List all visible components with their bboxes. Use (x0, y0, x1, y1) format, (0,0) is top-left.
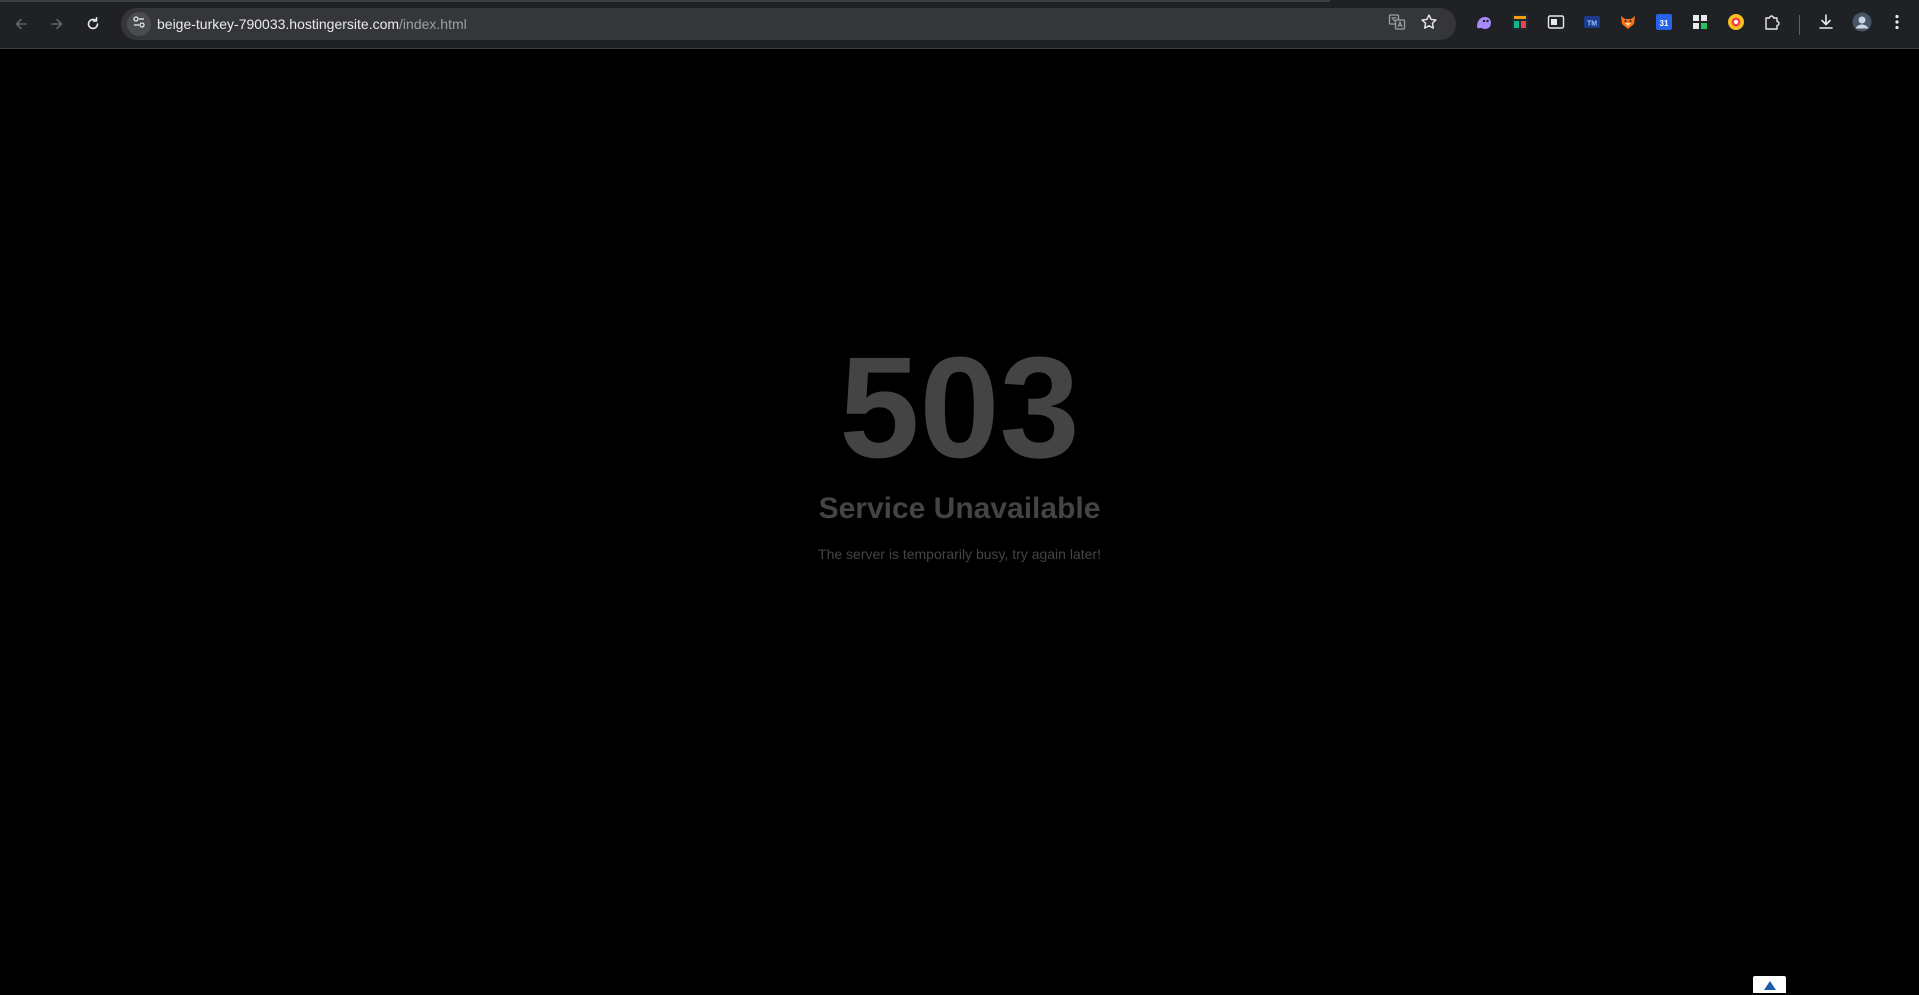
url-path: /index.html (399, 16, 467, 32)
forward-button[interactable] (45, 12, 69, 36)
bookmark-button[interactable] (1419, 13, 1439, 36)
svg-text:31: 31 (1660, 19, 1669, 28)
profile-button[interactable] (1852, 12, 1872, 37)
extension-grid[interactable] (1690, 14, 1710, 34)
forward-arrow-icon (49, 16, 65, 32)
extension-calendar[interactable]: 31 (1654, 12, 1674, 37)
tab-strip-edge (0, 0, 1330, 2)
extension-window[interactable] (1546, 14, 1566, 34)
site-settings-icon (132, 15, 146, 34)
avatar (1852, 12, 1872, 37)
translate-icon (1388, 13, 1406, 36)
error-code: 503 (839, 327, 1080, 488)
downloads-button[interactable] (1816, 12, 1836, 37)
back-arrow-icon (13, 16, 29, 32)
svg-text:TM: TM (1587, 20, 1597, 27)
extension-chart[interactable] (1510, 12, 1530, 37)
toolbar-divider (1799, 15, 1800, 35)
browser-menu-button[interactable] (1887, 14, 1907, 34)
scroll-to-top-button[interactable] (1753, 976, 1786, 993)
translate-button[interactable] (1387, 13, 1407, 36)
browser-toolbar: beige-turkey-790033.hostingersite.com/in… (0, 0, 1919, 49)
window-extension-icon (1546, 12, 1566, 37)
tm-extension-icon: TM (1582, 12, 1602, 37)
puzzle-extensions-icon (1762, 12, 1782, 37)
error-container: 503 Service Unavailable The server is te… (0, 333, 1919, 563)
extension-tm[interactable]: TM (1582, 14, 1602, 34)
extension-ghost[interactable] (1474, 14, 1494, 34)
url-text[interactable]: beige-turkey-790033.hostingersite.com/in… (157, 16, 467, 32)
back-button[interactable] (9, 12, 33, 36)
reload-icon (85, 16, 101, 32)
download-icon (1816, 12, 1836, 37)
page-content: 503 Service Unavailable The server is te… (0, 49, 1919, 993)
calendar-extension-icon: 31 (1654, 12, 1674, 37)
arrow-up-icon (1763, 976, 1776, 995)
chart-extension-icon (1510, 12, 1530, 37)
address-bar[interactable]: beige-turkey-790033.hostingersite.com/in… (121, 8, 1456, 40)
circle-extension-icon (1726, 12, 1746, 37)
error-message: The server is temporarily busy, try agai… (818, 546, 1101, 562)
extension-fox[interactable] (1618, 14, 1638, 34)
site-info-button[interactable] (127, 12, 151, 36)
error-title: Service Unavailable (818, 492, 1101, 525)
star-icon (1420, 13, 1438, 36)
extensions-menu-button[interactable] (1762, 14, 1782, 34)
reload-button[interactable] (81, 12, 105, 36)
more-vert-icon (1887, 12, 1907, 37)
url-host: beige-turkey-790033.hostingersite.com (157, 16, 400, 32)
fox-extension-icon (1618, 12, 1638, 37)
extension-circle[interactable] (1726, 12, 1746, 37)
grid-extension-icon (1690, 12, 1710, 37)
ghost-extension-icon (1474, 12, 1494, 37)
